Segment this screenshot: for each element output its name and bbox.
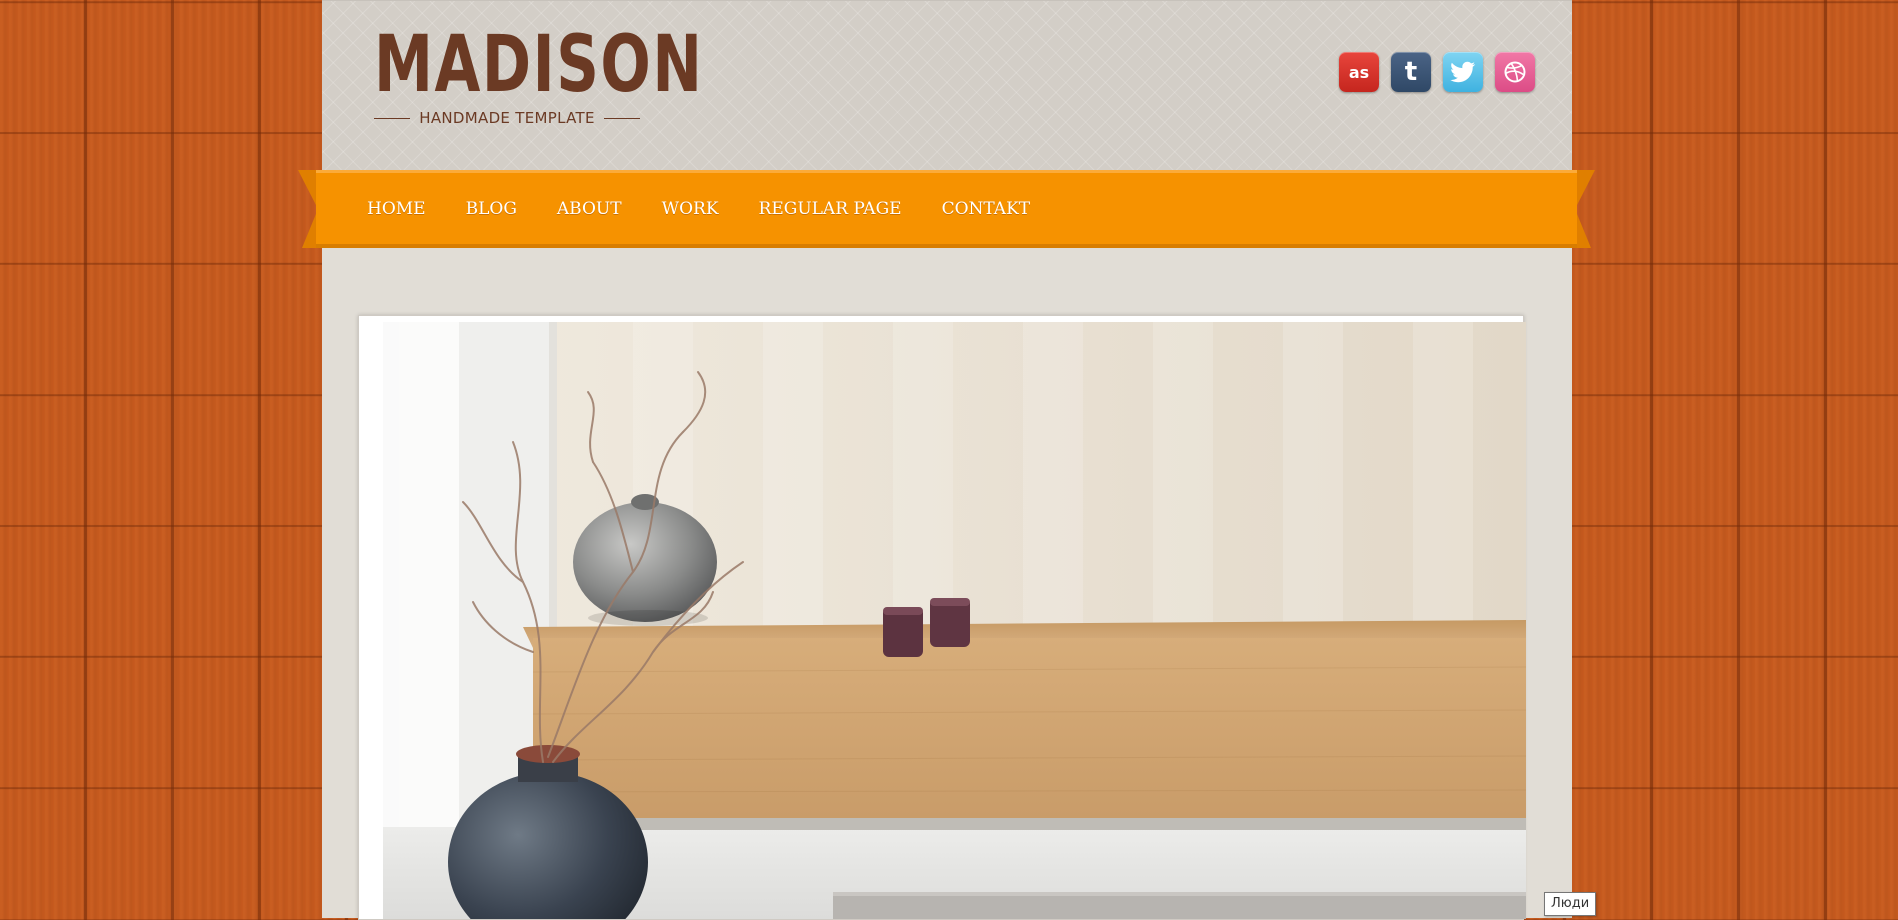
dribbble-icon[interactable] xyxy=(1495,52,1535,92)
tumblr-icon[interactable]: t xyxy=(1391,52,1431,92)
tagline-right-rule xyxy=(603,117,640,119)
logo-title: MADISON xyxy=(374,20,704,110)
nav-item-about[interactable]: ABOUT xyxy=(557,199,622,219)
dribbble-ball-shape xyxy=(1504,61,1526,83)
site-logo[interactable]: MADISON HANDMADE TEMPLATE xyxy=(374,20,704,127)
page-container: MADISON HANDMADE TEMPLATE as t xyxy=(322,0,1572,920)
lastfm-glyph: as xyxy=(1348,62,1370,82)
interior-photo xyxy=(383,322,1526,919)
logo-tagline: HANDMADE TEMPLATE xyxy=(419,109,595,127)
tagline-left-rule xyxy=(374,117,410,119)
nav-item-work[interactable]: WORK xyxy=(662,199,719,219)
site-header: MADISON HANDMADE TEMPLATE as t xyxy=(322,0,1572,171)
nav-item-home[interactable]: HOME xyxy=(367,199,426,219)
twitter-bird-shape xyxy=(1450,61,1476,83)
hero-image-frame xyxy=(358,315,1526,920)
twitter-icon[interactable] xyxy=(1443,52,1483,92)
social-links: as t xyxy=(1339,52,1535,92)
tumblr-glyph: t xyxy=(1404,57,1418,87)
hero-image xyxy=(383,322,1526,919)
lastfm-icon[interactable]: as xyxy=(1339,52,1379,92)
main-navigation: HOME BLOG ABOUT WORK REGULAR PAGE CONTAK… xyxy=(298,170,1595,248)
nav-item-blog[interactable]: BLOG xyxy=(466,199,517,219)
logo-tagline-row: HANDMADE TEMPLATE xyxy=(374,109,640,127)
nav-menu: HOME BLOG ABOUT WORK REGULAR PAGE CONTAK… xyxy=(298,170,1070,248)
tooltip: Люди xyxy=(1544,892,1597,916)
nav-item-contakt[interactable]: CONTAKT xyxy=(942,199,1031,219)
nav-item-regular-page[interactable]: REGULAR PAGE xyxy=(759,199,902,219)
